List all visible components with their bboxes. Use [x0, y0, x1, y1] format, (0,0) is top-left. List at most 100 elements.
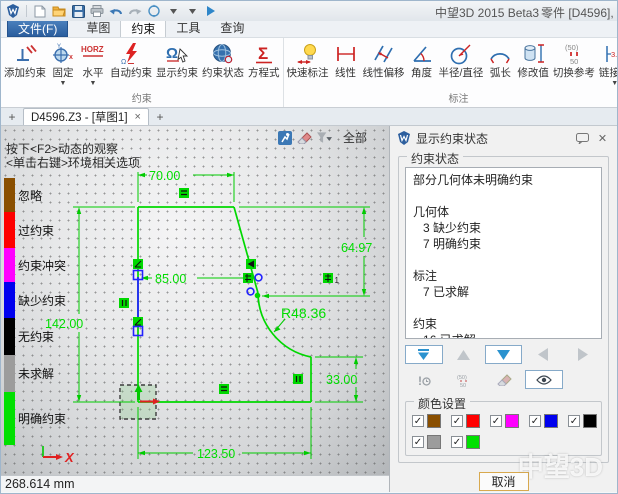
checkbox[interactable] — [451, 436, 463, 448]
color-swatch-unconstrained — [583, 414, 597, 428]
document-tab-title: D4596.Z3 - [草图1] — [31, 109, 128, 125]
chevron-down-icon[interactable] — [165, 4, 181, 19]
toggle-dimensions-button[interactable]: (50)50 — [445, 370, 483, 389]
constraint-state-group-label: 约束状态 — [407, 150, 463, 167]
group-label-constraints: 约束 — [1, 94, 283, 107]
undo-icon[interactable] — [108, 4, 124, 19]
horizontal-constraint-icon: HORZ — [80, 41, 106, 67]
ribbon-item-show-constraints[interactable]: Ω 显示约束 — [154, 40, 200, 80]
underconstrained-markers[interactable] — [134, 271, 262, 336]
redo-icon[interactable] — [127, 4, 143, 19]
svg-text:1: 1 — [335, 276, 340, 285]
document-title: 零件 [D4596], 草图 - — [541, 4, 618, 21]
tab-sketch[interactable]: 草图 — [76, 20, 120, 37]
ribbon-item-horizontal[interactable]: HORZ 水平 ▼ — [78, 40, 108, 88]
color-swatch-underconstrained — [544, 414, 558, 428]
dim-142: 142.00 — [45, 317, 83, 331]
dim-33: 33.00 — [326, 373, 357, 387]
document-tab[interactable]: D4596.Z3 - [草图1] × — [23, 108, 149, 125]
new-document-icon[interactable] — [32, 4, 48, 19]
linear-dimension-icon — [334, 41, 358, 67]
ribbon-item-linear-offset[interactable]: 线性偏移 — [361, 40, 407, 80]
ribbon-item-modify-value[interactable]: 修改值 — [515, 40, 551, 80]
go-up-button[interactable] — [445, 345, 483, 364]
ribbon-item-link-dimension[interactable]: 3.1 链接到 ▼ — [597, 40, 618, 88]
go-down-button[interactable] — [485, 345, 523, 364]
chevron-down-icon[interactable]: ▼ — [60, 80, 67, 87]
svg-text:50: 50 — [460, 383, 466, 387]
checkbox[interactable] — [490, 415, 502, 427]
tab-file[interactable]: 文件(F) — [7, 20, 68, 37]
quick-dimension-icon — [296, 41, 320, 67]
link-dimension-icon: 3.1 — [603, 41, 618, 67]
chevron-down-icon[interactable] — [184, 4, 200, 19]
ribbon-item-fix[interactable]: Yx 固定 ▼ — [48, 40, 78, 88]
color-swatch-overconstrained — [466, 414, 480, 428]
erase-highlight-button[interactable] — [485, 370, 523, 389]
ribbon-tab-bar: 文件(F) 草图 约束 工具 查询 — [1, 21, 617, 38]
app-window: 中望3D 2015 Beta3 零件 [D4596], 草图 - 文件(F) 草… — [0, 0, 618, 494]
show-constraint-button[interactable] — [525, 370, 563, 389]
svg-text:!: ! — [418, 374, 422, 387]
svg-text:HORZ: HORZ — [81, 45, 104, 54]
close-icon[interactable]: × — [135, 111, 141, 123]
plus-icon[interactable]: + — [5, 109, 19, 125]
display-tool-buttons: ! (50)50 — [405, 370, 602, 389]
color-swatch-conflict — [505, 414, 519, 428]
panel-logo-icon — [397, 131, 411, 145]
axis-x-label: X — [64, 450, 75, 465]
save-icon[interactable] — [70, 4, 86, 19]
chevron-down-icon[interactable]: ▼ — [90, 80, 97, 87]
ribbon-item-add-constraint[interactable]: 添加约束 — [2, 40, 48, 80]
ribbon-item-equation[interactable]: Σ 方程式 — [246, 40, 282, 80]
constraint-glyphs[interactable]: 1 — [119, 188, 340, 394]
balloon-help-icon[interactable] — [575, 131, 590, 145]
ribbon-item-linear[interactable]: 线性 — [331, 40, 361, 80]
dim-64: 64.97 — [341, 241, 372, 255]
tab-inquire[interactable]: 查询 — [210, 20, 254, 37]
sketch-canvas[interactable]: 按下<F2>动态的观察 <单击右键>环境相关选项 全部 忽略 过约束 约束冲突 … — [1, 126, 389, 475]
equation-icon: Σ — [252, 41, 276, 67]
open-file-icon[interactable] — [51, 4, 67, 19]
checkbox[interactable] — [529, 415, 541, 427]
constraint-status-icon — [211, 41, 235, 67]
checkbox[interactable] — [412, 436, 424, 448]
constraint-status-text: 部分几何体未明确约束 几何体 3 缺少约束 7 明确约束 标注 7 已求解 约束… — [405, 167, 602, 339]
cancel-button[interactable]: 取消 — [479, 472, 529, 491]
quick-access-toolbar — [5, 4, 219, 19]
print-icon[interactable] — [89, 4, 105, 19]
constraint-state-group: 约束状态 部分几何体未明确约束 几何体 3 缺少约束 7 明确约束 标注 7 已… — [398, 156, 609, 463]
checkbox[interactable] — [412, 415, 424, 427]
show-constraints-icon: Ω — [164, 41, 190, 67]
ribbon-item-quick-dimension[interactable]: 快速标注 — [285, 40, 331, 80]
view-navigation-icon[interactable] — [146, 4, 162, 19]
checkbox[interactable] — [568, 415, 580, 427]
ribbon-item-angle[interactable]: 角度 — [407, 40, 437, 80]
chevron-down-icon[interactable]: ▼ — [611, 80, 618, 87]
ribbon-item-toggle-reference[interactable]: (50)50 切换参考 — [551, 40, 597, 80]
go-first-button[interactable] — [405, 345, 443, 364]
update-status-button[interactable]: ! — [405, 370, 443, 389]
dimension-labels[interactable]: 70.00 142.00 64.97 85.00 R48.36 33.00 12… — [45, 169, 372, 461]
group-label-dimension: 标注 — [284, 94, 618, 107]
radius-diameter-icon — [449, 41, 473, 67]
status-bar: 268.614 mm — [1, 475, 389, 492]
checkbox[interactable] — [451, 415, 463, 427]
svg-text:Σ: Σ — [258, 44, 268, 63]
ribbon-item-arc-length[interactable]: 弧长 — [485, 40, 515, 80]
new-tab-plus-icon[interactable]: + — [153, 109, 167, 125]
sketch-geometry[interactable]: 70.00 142.00 64.97 85.00 R48.36 33.00 12… — [1, 126, 389, 475]
close-icon[interactable]: ✕ — [595, 131, 610, 145]
play-icon[interactable] — [203, 4, 219, 19]
go-right-button[interactable] — [564, 345, 602, 364]
show-constraint-status-panel: 显示约束状态 ✕ 约束状态 部分几何体未明确约束 几何体 3 缺少约束 7 明确… — [389, 126, 617, 492]
ribbon-item-radius-diameter[interactable]: 半径/直径 — [437, 40, 486, 80]
toggle-reference-icon: (50)50 — [562, 41, 586, 67]
ribbon-item-auto-constraint[interactable]: Ω 自动约束 — [108, 40, 154, 80]
ribbon-item-constraint-status[interactable]: 约束状态 — [200, 40, 246, 80]
fix-constraint-icon: Yx — [51, 41, 75, 67]
svg-text:50: 50 — [570, 57, 578, 66]
tab-tools[interactable]: 工具 — [166, 20, 210, 37]
tab-constraint[interactable]: 约束 — [120, 20, 166, 37]
go-left-button[interactable] — [524, 345, 562, 364]
